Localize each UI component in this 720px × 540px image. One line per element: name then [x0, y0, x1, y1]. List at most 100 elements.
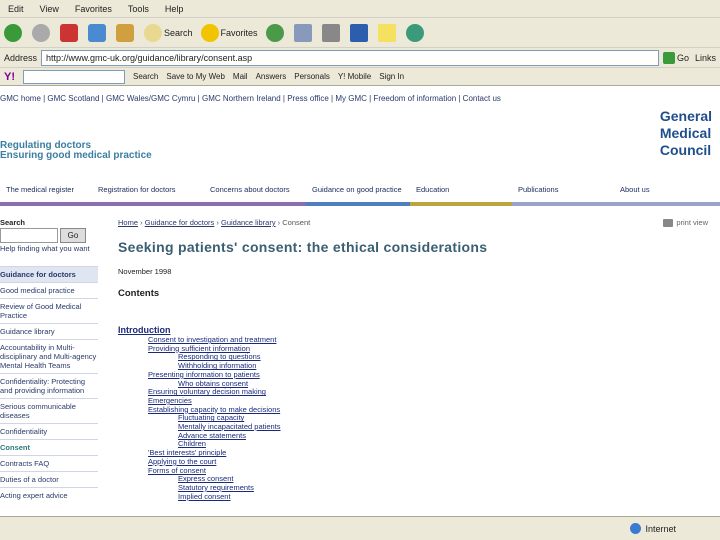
- breadcrumb-current: Consent: [282, 218, 311, 227]
- url-text: http://www.gmc-uk.org/guidance/library/c…: [46, 52, 253, 63]
- page-title: Seeking patients' consent: the ethical c…: [118, 239, 488, 255]
- browser-toolbar: Search Favorites: [0, 18, 720, 48]
- yahoo-search-input[interactable]: [23, 69, 125, 84]
- go-button[interactable]: Go: [662, 51, 689, 64]
- web-page: GMC home | GMC Scotland | GMC Wales/GMC …: [0, 86, 720, 516]
- back-arrow-icon: [4, 23, 22, 42]
- yahoo-mail-button[interactable]: Mail: [233, 72, 248, 81]
- left-nav-item[interactable]: Duties of a doctor: [0, 471, 98, 487]
- url-input[interactable]: http://www.gmc-uk.org/guidance/library/c…: [41, 49, 659, 66]
- left-nav-item[interactable]: Confidentiality: [0, 423, 98, 439]
- refresh-icon: [88, 23, 106, 42]
- menu-view[interactable]: View: [32, 4, 67, 14]
- strapline-2: Ensuring good medical practice: [0, 150, 152, 161]
- back-button[interactable]: [4, 23, 24, 42]
- yahoo-signin-button[interactable]: Sign In: [379, 72, 404, 81]
- stop-button[interactable]: [60, 23, 80, 42]
- toc-link[interactable]: Applying to the court: [118, 457, 708, 467]
- history-button[interactable]: [265, 23, 286, 42]
- yahoo-answers-button[interactable]: Answers: [256, 72, 287, 81]
- menu-favorites[interactable]: Favorites: [67, 4, 120, 14]
- menu-tools[interactable]: Tools: [120, 4, 157, 14]
- yahoo-toolbar: Y! Search Save to My Web Mail Answers Pe…: [0, 68, 720, 86]
- left-nav-item[interactable]: Guidance for doctors: [0, 266, 98, 282]
- yahoo-search-button[interactable]: Search: [133, 72, 158, 81]
- breadcrumb-library[interactable]: Guidance library: [221, 218, 276, 227]
- print-view-link[interactable]: print view: [663, 218, 708, 227]
- contents-heading: Contents: [118, 288, 160, 299]
- stop-icon: [60, 23, 78, 42]
- site-search-go-button[interactable]: Go: [60, 228, 86, 243]
- forward-button[interactable]: [32, 23, 52, 42]
- print-view-label: print view: [676, 218, 708, 227]
- star-icon: [200, 23, 219, 42]
- zone-label: Internet: [645, 523, 676, 534]
- nav-publications[interactable]: Publications: [512, 182, 614, 206]
- favorites-button-label: Favorites: [220, 27, 258, 38]
- go-label: Go: [676, 52, 689, 63]
- gmc-logo[interactable]: General Medical Council: [660, 108, 712, 159]
- menu-help[interactable]: Help: [157, 4, 192, 14]
- notes-button[interactable]: [377, 23, 398, 42]
- left-nav-item[interactable]: Acting expert advice: [0, 487, 98, 503]
- nav-concerns[interactable]: Concerns about doctors: [204, 182, 306, 206]
- print-button[interactable]: [321, 23, 342, 42]
- left-nav-item[interactable]: Accountability in Multi-disciplinary and…: [0, 339, 98, 373]
- site-search-label: Search: [0, 218, 26, 227]
- left-nav-item[interactable]: Contracts FAQ: [0, 455, 98, 471]
- address-bar: Address http://www.gmc-uk.org/guidance/l…: [0, 48, 720, 68]
- menu-edit[interactable]: Edit: [0, 4, 32, 14]
- printer-icon: [321, 23, 340, 42]
- toc-link[interactable]: Advance statements: [118, 431, 708, 441]
- table-of-contents: Introduction Consent to investigation and…: [118, 325, 708, 501]
- favorites-button[interactable]: Favorites: [200, 23, 258, 42]
- left-nav-item[interactable]: Confidentiality: Protecting and providin…: [0, 373, 98, 398]
- left-nav-item[interactable]: Consent: [0, 439, 98, 455]
- edit-button[interactable]: [349, 23, 370, 42]
- browser-menubar: Edit View Favorites Tools Help: [0, 0, 720, 18]
- left-nav-item[interactable]: Serious communicable diseases: [0, 398, 98, 423]
- breadcrumb-guidance[interactable]: Guidance for doctors: [145, 218, 215, 227]
- address-label: Address: [4, 52, 38, 63]
- mail-icon: [293, 23, 312, 42]
- toc-link[interactable]: Implied consent: [118, 492, 708, 502]
- note-icon: [377, 23, 396, 42]
- home-icon: [116, 23, 134, 42]
- left-nav-item[interactable]: Review of Good Medical Practice: [0, 298, 98, 323]
- nav-about-us[interactable]: About us: [614, 182, 720, 206]
- breadcrumb-home[interactable]: Home: [118, 218, 138, 227]
- yahoo-mobile-button[interactable]: Y! Mobile: [338, 72, 371, 81]
- nav-guidance[interactable]: Guidance on good practice: [306, 182, 410, 206]
- nav-education[interactable]: Education: [410, 182, 512, 206]
- logo-line-3: Council: [659, 142, 712, 158]
- refresh-button[interactable]: [88, 23, 108, 42]
- go-arrow-icon: [662, 51, 675, 64]
- site-search-input[interactable]: [0, 228, 58, 243]
- help-finding-link[interactable]: Help finding what you want: [0, 244, 90, 253]
- links-label[interactable]: Links: [695, 53, 716, 63]
- main-content: Home › Guidance for doctors › Guidance l…: [118, 218, 708, 501]
- nav-registration[interactable]: Registration for doctors: [92, 182, 204, 206]
- yahoo-logo[interactable]: Y!: [4, 71, 15, 83]
- globe-icon: [630, 523, 642, 534]
- mail-button[interactable]: [293, 23, 314, 42]
- history-icon: [265, 23, 284, 42]
- yahoo-personals-button[interactable]: Personals: [294, 72, 330, 81]
- messenger-button[interactable]: [405, 23, 426, 42]
- toc-link[interactable]: Ensuring voluntary decision making: [118, 388, 708, 397]
- left-nav-item[interactable]: Good medical practice: [0, 282, 98, 298]
- left-nav-item[interactable]: Guidance library: [0, 323, 98, 339]
- search-icon: [144, 23, 162, 42]
- word-icon: [349, 23, 368, 42]
- main-nav: The medical register Registration for do…: [0, 182, 720, 206]
- left-nav: Guidance for doctors Good medical practic…: [0, 266, 98, 503]
- top-links[interactable]: GMC home | GMC Scotland | GMC Wales/GMC …: [0, 94, 501, 103]
- nav-medical-register[interactable]: The medical register: [0, 182, 92, 206]
- status-bar: Internet: [0, 516, 720, 540]
- yahoo-save-button[interactable]: Save to My Web: [166, 72, 225, 81]
- logo-line-2: Medical: [659, 125, 712, 141]
- home-button[interactable]: [116, 23, 136, 42]
- security-zone: Internet: [630, 523, 676, 534]
- printer-small-icon: [663, 218, 674, 227]
- search-button[interactable]: Search: [144, 23, 193, 42]
